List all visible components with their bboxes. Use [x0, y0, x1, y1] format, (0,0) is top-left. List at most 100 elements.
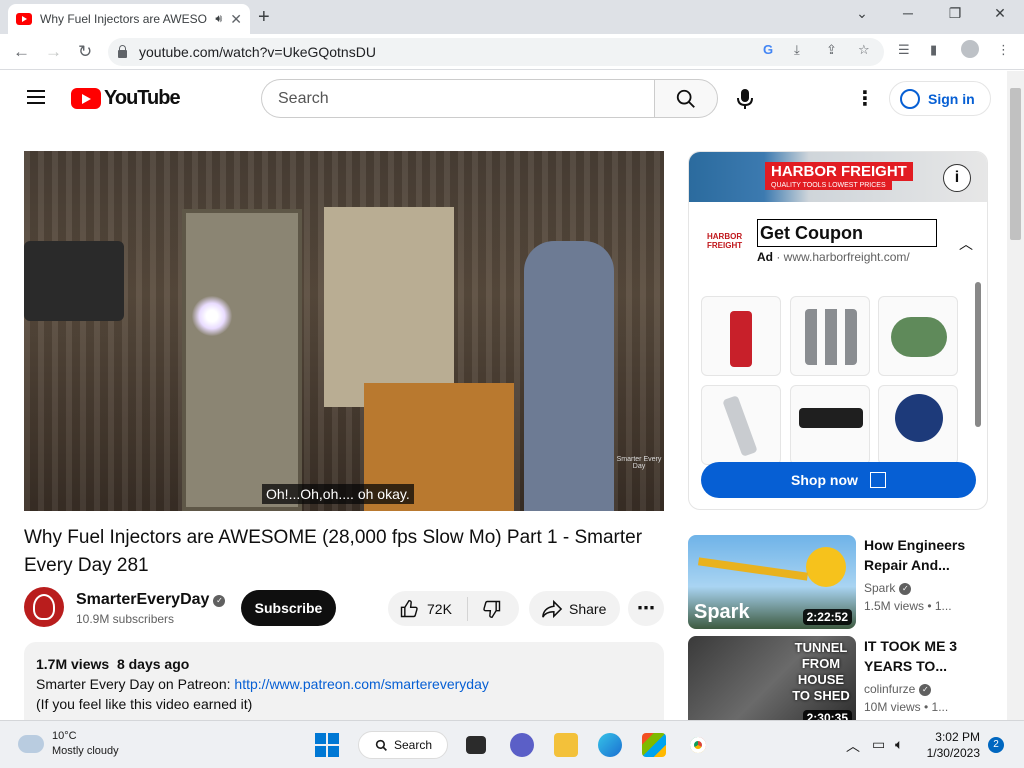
network-icon[interactable]: ▭ — [872, 736, 885, 753]
share-button[interactable]: Share — [529, 591, 620, 626]
account-icon — [900, 88, 920, 109]
lock-icon — [118, 44, 127, 58]
reload-icon[interactable]: ↻ — [78, 42, 92, 62]
video-player[interactable]: Oh!...Oh,oh.... oh okay. Smarter Every D… — [24, 151, 664, 511]
store-icon[interactable] — [642, 733, 666, 757]
share-page-icon[interactable]: ⇪ — [826, 42, 837, 58]
recommended-meta: 10M views • 1... — [864, 700, 949, 714]
verified-check-icon: ✓ — [213, 595, 226, 607]
speaker-icon[interactable]: 🔊︎ — [215, 13, 222, 26]
search-icon — [375, 739, 387, 751]
channel-avatar[interactable] — [24, 587, 64, 627]
recommended-channel[interactable]: colinfurze ✓ — [864, 682, 932, 696]
recommended-thumbnail[interactable]: TUNNEL FROM HOUSE TO SHED 2:30:35 — [688, 636, 856, 730]
youtube-logo[interactable]: YouTube — [71, 87, 181, 110]
reading-list-icon[interactable]: ☰ — [898, 42, 910, 58]
chrome-icon[interactable] — [686, 733, 710, 757]
more-actions-button[interactable]: ⋯ — [628, 591, 664, 626]
tab-close-icon[interactable]: ✕ — [230, 11, 242, 28]
edge-browser-icon[interactable] — [598, 733, 622, 757]
ad-domain: Ad · www.harborfreight.com/ — [757, 250, 910, 264]
product-tile[interactable] — [701, 296, 781, 376]
forward-icon[interactable]: → — [45, 42, 62, 62]
recommended-title[interactable]: How Engineers Repair And... — [864, 535, 994, 575]
channel-name[interactable]: SmarterEveryDay ✓ — [76, 591, 226, 609]
system-clock[interactable]: 3:02 PM 1/30/2023 — [920, 729, 980, 761]
product-tile[interactable] — [878, 385, 958, 465]
settings-more-icon[interactable]: ⋮ — [855, 86, 875, 111]
youtube-play-icon — [71, 88, 101, 109]
product-tile[interactable] — [790, 385, 870, 465]
recommended-channel[interactable]: Spark ✓ — [864, 581, 912, 595]
task-view-icon[interactable] — [466, 736, 486, 754]
view-stats: 1.7M views 8 days ago — [36, 656, 190, 672]
product-tile[interactable] — [790, 296, 870, 376]
new-tab-button[interactable]: + — [258, 6, 270, 29]
install-icon[interactable]: ⤓ — [794, 42, 800, 58]
sign-in-button[interactable]: Sign in — [889, 81, 991, 116]
search-button[interactable] — [654, 79, 718, 118]
ad-info-icon[interactable]: i — [943, 164, 971, 192]
dislike-button[interactable] — [468, 599, 502, 619]
url-text: youtube.com/watch?v=UkeGQotnsDU — [139, 44, 376, 60]
minimize-button[interactable]: ─ — [898, 5, 918, 21]
verified-check-icon: ✓ — [899, 583, 912, 595]
recommended-meta: 1.5M views • 1... — [864, 599, 952, 613]
youtube-favicon-icon — [16, 13, 32, 25]
tab-search-icon[interactable]: ⌄ — [852, 5, 872, 22]
browser-menu-icon[interactable]: ⋮ — [997, 42, 1010, 58]
thumbs-up-icon — [400, 599, 418, 617]
side-panel-icon[interactable]: ▮ — [930, 42, 937, 58]
like-button[interactable]: 72K — [388, 596, 468, 621]
ad-headline[interactable]: Get Coupon — [757, 219, 937, 247]
hamburger-menu-icon[interactable] — [27, 90, 45, 104]
tab-title: Why Fuel Injectors are AWESOME — [40, 12, 208, 26]
external-link-icon — [869, 472, 886, 488]
microphone-icon[interactable] — [737, 88, 753, 115]
verified-check-icon: ✓ — [919, 684, 932, 696]
tray-chevron-up-icon[interactable]: ︿ — [846, 736, 860, 756]
product-tile[interactable] — [878, 296, 958, 376]
subscriber-count: 10.9M subscribers — [76, 612, 175, 626]
windows-taskbar: 10°C Mostly cloudy Search ︿ ▭ 🔈︎ 3:02 PM 1… — [0, 720, 1024, 768]
file-explorer-icon[interactable] — [554, 733, 578, 757]
share-icon — [542, 599, 563, 618]
back-icon[interactable]: ← — [13, 42, 30, 62]
video-title: Why Fuel Injectors are AWESOME (28,000 f… — [24, 527, 643, 576]
recommended-title[interactable]: IT TOOK ME 3 YEARS TO... — [864, 636, 994, 676]
ad-panel: HARBOR FREIGHT QUALITY TOOLS LOWEST PRIC… — [688, 151, 988, 510]
description-box[interactable]: 1.7M views 8 days ago Smarter Every Day … — [24, 642, 664, 732]
profile-avatar-icon[interactable] — [961, 40, 979, 61]
search-input[interactable]: Search — [261, 79, 655, 118]
bookmark-star-icon[interactable]: ☆ — [858, 42, 870, 58]
restore-button[interactable]: ❐ — [945, 5, 965, 22]
chat-icon[interactable] — [510, 733, 534, 757]
cloud-weather-icon — [18, 729, 44, 753]
search-icon — [676, 89, 695, 108]
weather-widget[interactable]: 10°C Mostly cloudy — [18, 729, 119, 759]
recommended-thumbnail[interactable]: Spark 2:22:52 — [688, 535, 856, 629]
google-lens-icon[interactable]: G — [763, 42, 773, 57]
description-line: Smarter Every Day on Patreon: http://www… — [36, 676, 489, 692]
browser-tab-strip: Why Fuel Injectors are AWESOME 🔊︎ ✕ + ⌄ … — [0, 0, 1024, 34]
page-scrollbar[interactable] — [1007, 71, 1024, 721]
subscribe-button[interactable]: Subscribe — [241, 590, 336, 626]
like-count: 72K — [427, 600, 452, 617]
channel-watermark[interactable]: Smarter Every Day — [614, 456, 664, 470]
chevron-up-icon[interactable]: ︿ — [959, 234, 973, 254]
description-line: (If you feel like this video earned it) — [36, 696, 253, 712]
browser-toolbar: ← → ↻ youtube.com/watch?v=UkeGQotnsDU G … — [0, 34, 1024, 70]
windows-start-icon[interactable] — [315, 733, 339, 757]
browser-tab[interactable]: Why Fuel Injectors are AWESOME 🔊︎ ✕ — [8, 4, 250, 34]
patreon-link[interactable]: http://www.patreon.com/smartereveryday — [234, 676, 488, 692]
product-tile[interactable] — [701, 385, 781, 465]
taskbar-search-button[interactable]: Search — [358, 731, 448, 759]
thumbs-down-icon — [483, 600, 501, 618]
window-close-button[interactable]: ✕ — [990, 5, 1010, 22]
advertiser-logo[interactable]: HARBOR FREIGHT — [707, 232, 742, 250]
ad-scrollbar[interactable] — [975, 282, 981, 427]
shop-now-button[interactable]: Shop now — [701, 462, 976, 498]
notification-badge[interactable]: 2 — [988, 737, 1004, 753]
like-dislike-group: 72K — [388, 591, 519, 626]
volume-icon[interactable]: 🔈︎ — [895, 736, 903, 753]
